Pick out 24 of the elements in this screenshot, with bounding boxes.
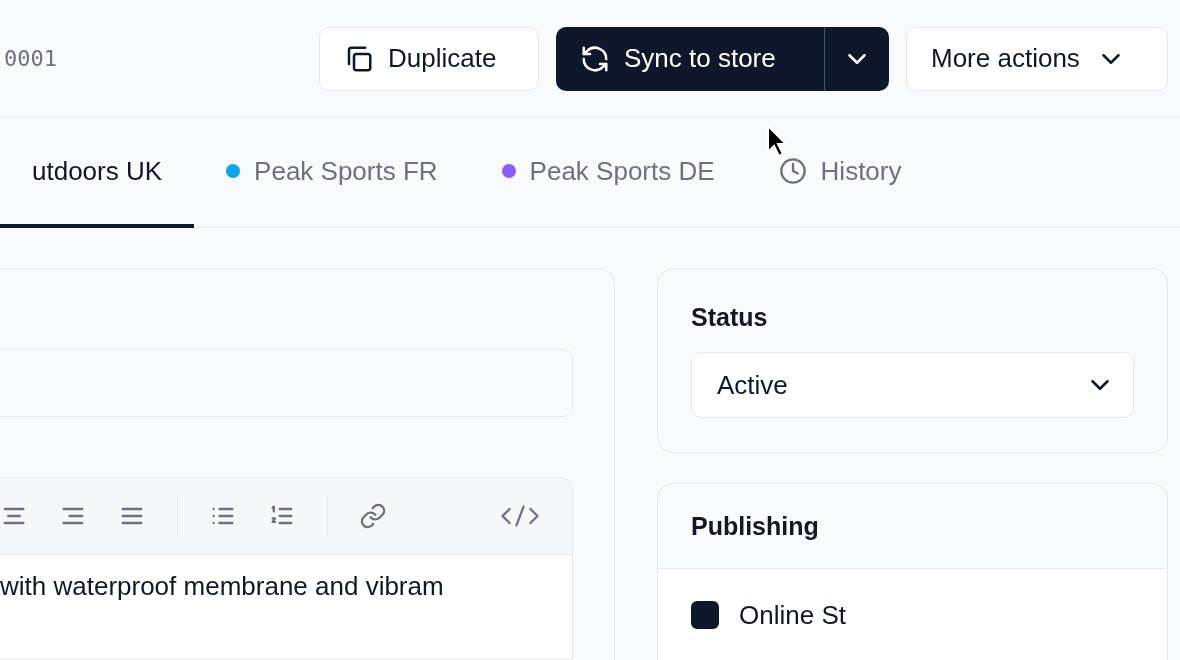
more-actions-button[interactable]: More actions: [906, 26, 1168, 91]
card-title: Status: [691, 303, 769, 332]
sync-icon: [580, 43, 610, 74]
store-tab[interactable]: Peak Sports DE: [469, 118, 747, 228]
chevron-down-icon: [848, 53, 866, 64]
record-id: 0001: [4, 46, 57, 71]
channel-label: Online St: [739, 599, 846, 631]
rich-text-editor[interactable]: with waterproof membrane and vibram: [0, 477, 573, 660]
editor-text: with waterproof membrane and vibram: [0, 570, 445, 602]
status-select[interactable]: Active: [691, 352, 1134, 418]
chevron-down-icon: [1101, 53, 1120, 64]
duplicate-button[interactable]: Duplicate: [319, 26, 539, 91]
mouse-cursor-icon: [766, 124, 788, 158]
store-tab[interactable]: Peak Sports FR: [194, 118, 470, 228]
checkbox[interactable]: [691, 601, 719, 629]
sync-options-button[interactable]: [824, 26, 889, 91]
sync-button[interactable]: Sync to store: [556, 26, 824, 91]
store-tab[interactable]: History: [746, 118, 934, 228]
code-icon[interactable]: [498, 502, 542, 530]
card-title: Publishing: [691, 511, 819, 541]
clock-icon: [778, 157, 807, 185]
chevron-down-icon: [1091, 380, 1109, 390]
store-tab[interactable]: utdoors UK: [0, 118, 195, 228]
link-icon[interactable]: [359, 502, 387, 530]
